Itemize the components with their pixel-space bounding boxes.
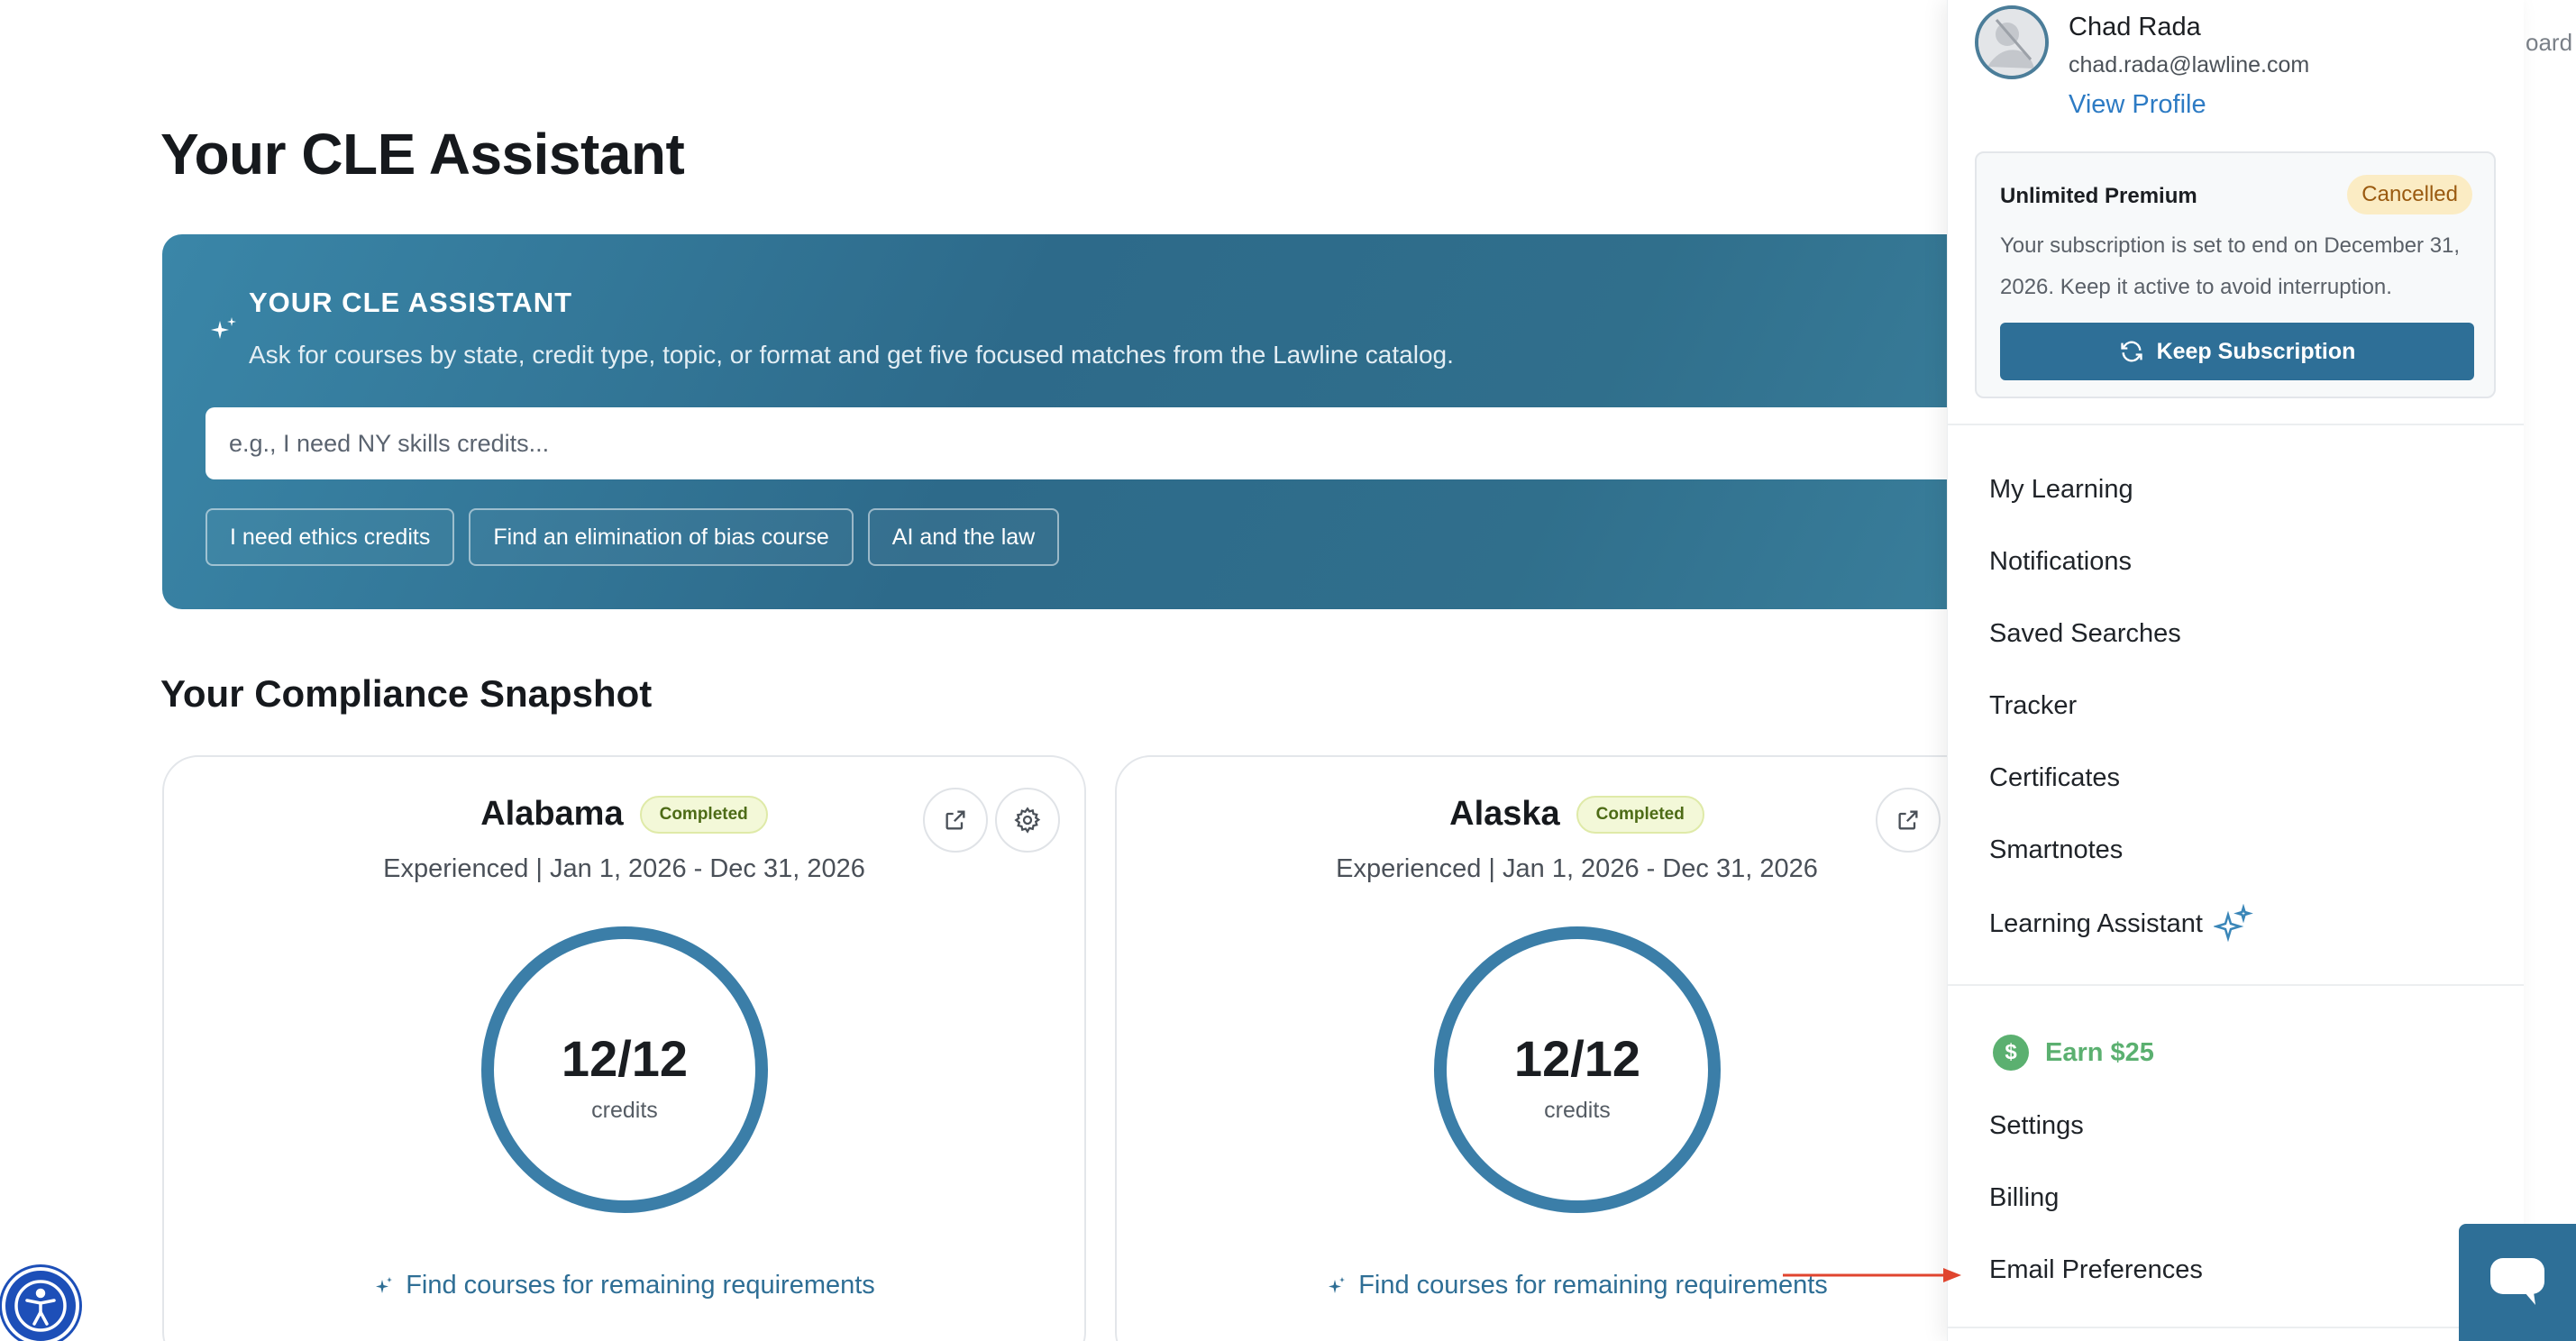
menu-item-smartnotes[interactable]: Smartnotes	[1989, 835, 2123, 865]
annotation-arrow-icon	[1783, 1268, 1961, 1282]
find-courses-label: Find courses for remaining requirements	[406, 1271, 875, 1300]
cle-assistant-panel: YOUR CLE ASSISTANT Ask for courses by st…	[162, 234, 2001, 609]
open-external-button[interactable]	[923, 788, 988, 853]
assistant-title: YOUR CLE ASSISTANT	[249, 287, 573, 318]
sparkle-icon	[376, 1276, 393, 1293]
page-title: Your CLE Assistant	[160, 122, 685, 187]
chat-bubble-icon	[2490, 1258, 2544, 1305]
credits-label: credits	[1544, 1098, 1611, 1123]
menu-item-email-preferences[interactable]: Email Preferences	[1989, 1255, 2203, 1285]
state-name: Alaska	[1449, 795, 1560, 833]
menu-item-saved-searches[interactable]: Saved Searches	[1989, 619, 2181, 649]
credits-progress-ring: 12/12 credits	[481, 926, 768, 1213]
sparkle-icon	[1329, 1276, 1346, 1293]
menu-item-learning-assistant[interactable]: Learning Assistant	[1989, 904, 2253, 944]
compliance-card-alaska: Alaska Completed Experienced | Jan 1, 20…	[1115, 755, 2039, 1341]
accessibility-icon	[14, 1280, 67, 1332]
subscription-card: Unlimited Premium Cancelled Your subscri…	[1975, 151, 2496, 398]
status-badge: Completed	[639, 795, 768, 834]
subscription-status-badge: Cancelled	[2347, 175, 2472, 214]
accessibility-button[interactable]	[2, 1267, 79, 1341]
sparkles-icon	[2213, 904, 2253, 943]
menu-item-notifications[interactable]: Notifications	[1989, 547, 2132, 577]
menu-item-my-learning[interactable]: My Learning	[1989, 475, 2133, 505]
avatar[interactable]	[1975, 5, 2049, 79]
keep-subscription-label: Keep Subscription	[2156, 338, 2356, 364]
user-avatar-icon	[1978, 9, 2045, 76]
state-name: Alabama	[480, 795, 624, 833]
assistant-subtitle: Ask for courses by state, credit type, t…	[249, 341, 1454, 369]
gear-icon	[1014, 807, 1041, 834]
menu-item-certificates[interactable]: Certificates	[1989, 763, 2120, 793]
background-link-fragment: oard	[2526, 29, 2573, 56]
menu-divider	[1948, 424, 2524, 425]
settings-button[interactable]	[995, 788, 1060, 853]
find-courses-link[interactable]: Find courses for remaining requirements	[164, 1271, 1084, 1300]
chip-elimination-of-bias[interactable]: Find an elimination of bias course	[469, 508, 854, 566]
find-courses-label: Find courses for remaining requirements	[1358, 1271, 1828, 1300]
user-name: Chad Rada	[2069, 13, 2201, 41]
compliance-card-alabama: Alabama Completed Experienced | Jan 1, 2…	[162, 755, 1086, 1341]
refresh-icon	[2120, 341, 2142, 362]
external-link-icon	[945, 810, 965, 830]
dollar-icon: $	[1993, 1035, 2029, 1071]
status-badge: Completed	[1576, 795, 1704, 834]
earn-label: Earn $25	[2045, 1037, 2154, 1067]
credits-count: 12/12	[1513, 1030, 1641, 1087]
credits-label: credits	[591, 1098, 658, 1123]
open-external-button[interactable]	[1876, 788, 1941, 853]
subscription-message: Your subscription is set to end on Decem…	[2000, 233, 2461, 299]
chip-ai-and-law[interactable]: AI and the law	[867, 508, 1060, 566]
credits-progress-ring: 12/12 credits	[1434, 926, 1721, 1213]
compliance-period: Experienced | Jan 1, 2026 - Dec 31, 2026	[383, 854, 865, 883]
sparkle-icon	[211, 317, 236, 339]
snapshot-title: Your Compliance Snapshot	[160, 672, 653, 715]
credits-count: 12/12	[561, 1030, 689, 1087]
compliance-period: Experienced | Jan 1, 2026 - Dec 31, 2026	[1336, 854, 1818, 883]
earn-referral-link[interactable]: $ Earn $25	[1993, 1035, 2154, 1071]
chat-launcher-button[interactable]	[2459, 1224, 2576, 1341]
suggestion-chips: I need ethics credits Find an eliminatio…	[206, 508, 1060, 566]
learning-assistant-label: Learning Assistant	[1989, 908, 2203, 938]
menu-divider	[1948, 1327, 2524, 1328]
chip-ethics-credits[interactable]: I need ethics credits	[206, 508, 455, 566]
view-profile-link[interactable]: View Profile	[2069, 90, 2206, 120]
subscription-plan: Unlimited Premium	[2000, 184, 2197, 208]
external-link-icon	[1898, 810, 1918, 830]
user-email: chad.rada@lawline.com	[2069, 52, 2310, 78]
menu-item-billing[interactable]: Billing	[1989, 1183, 2059, 1213]
menu-item-settings[interactable]: Settings	[1989, 1111, 2084, 1141]
assistant-search-input[interactable]	[206, 407, 2001, 479]
keep-subscription-button[interactable]: Keep Subscription	[2000, 323, 2474, 380]
menu-divider	[1948, 984, 2524, 986]
user-menu-dropdown: Chad Rada chad.rada@lawline.com View Pro…	[1947, 0, 2524, 1341]
menu-item-tracker[interactable]: Tracker	[1989, 691, 2077, 721]
